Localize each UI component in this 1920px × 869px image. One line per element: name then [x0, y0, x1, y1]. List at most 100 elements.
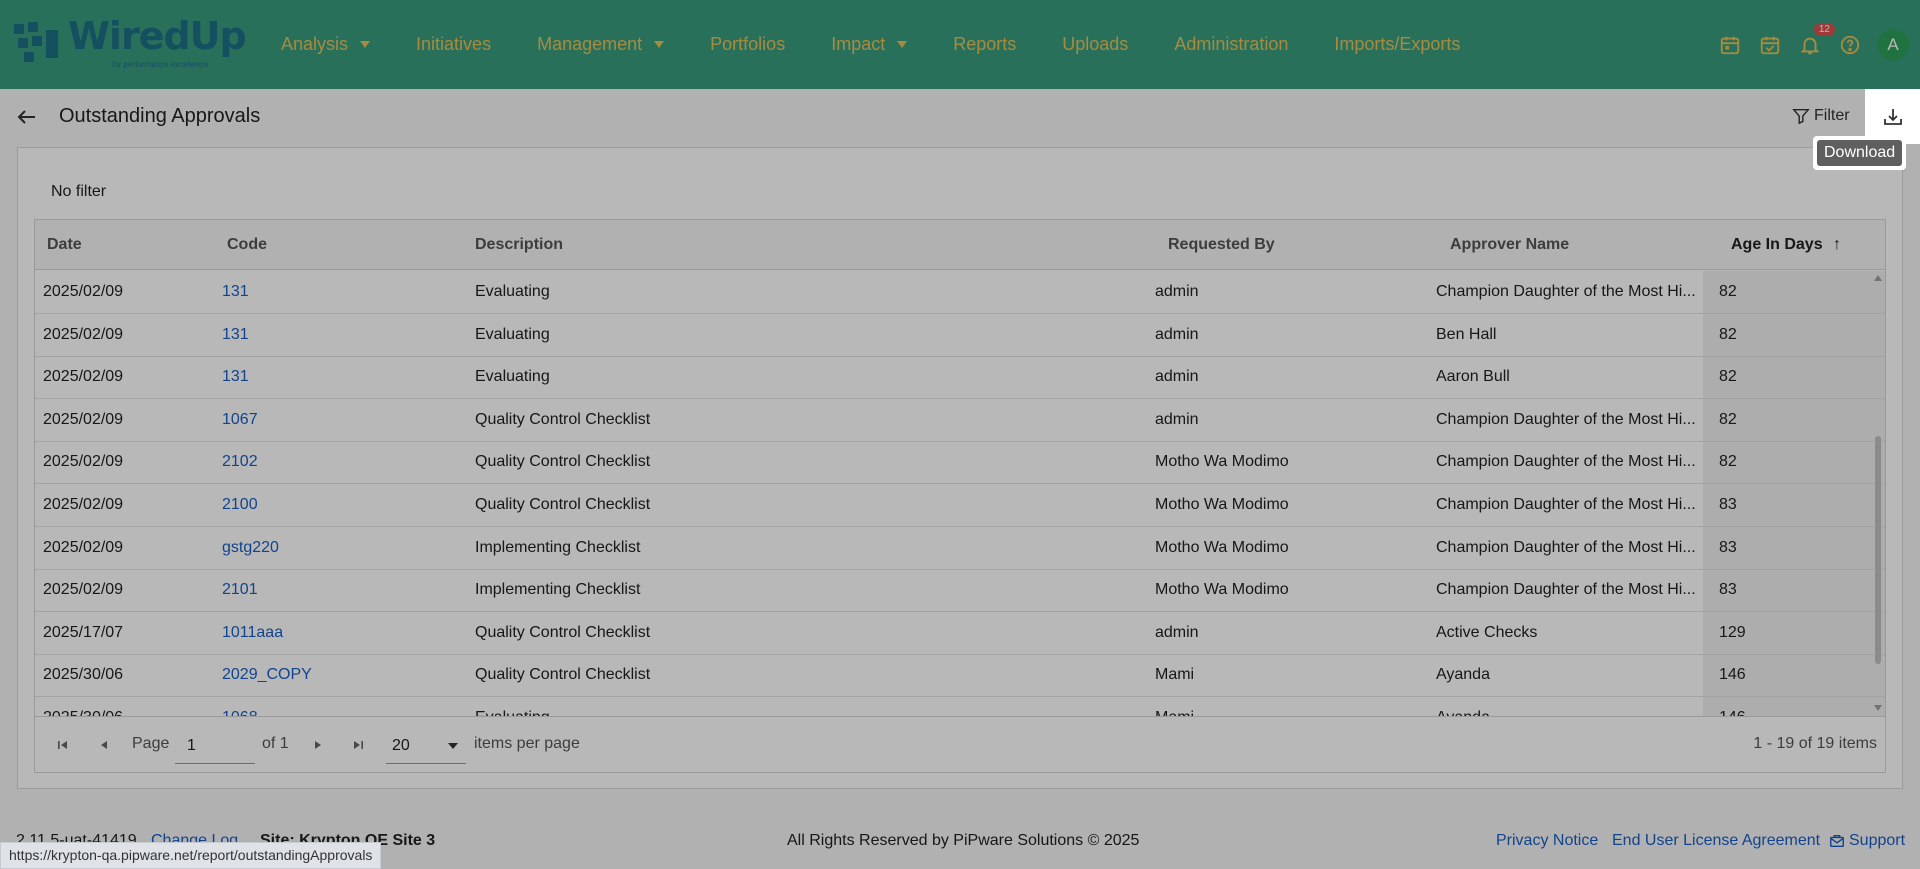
cell-approver-name: Ayanda — [1436, 697, 1701, 716]
cell-code[interactable]: gstg220 — [222, 527, 452, 569]
cell-code[interactable]: 2102 — [222, 441, 452, 483]
nav-analysis[interactable]: Analysis — [281, 34, 371, 55]
download-icon — [1883, 108, 1902, 125]
calendar-check-icon[interactable] — [1757, 32, 1783, 58]
page-number-input[interactable]: 1 — [175, 728, 255, 764]
status-bar-url: https://krypton-qa.pipware.net/report/ou… — [0, 842, 382, 869]
support-label: Support — [1849, 832, 1906, 849]
page-size-value: 20 — [392, 737, 410, 754]
cell-age-in-days: 146 — [1719, 666, 1746, 684]
cell-age-in-days: 82 — [1719, 283, 1737, 300]
cell-age-in-days: 82 — [1719, 453, 1737, 471]
column-header-approver-name[interactable]: Approver Name — [1450, 220, 1569, 270]
cell-age-in-days: 83 — [1719, 538, 1737, 556]
table-row[interactable]: 2025/30/06 1068 EvaluatingMami Ayanda 146 — [35, 697, 1885, 716]
cell-code[interactable]: 2029_COPY — [222, 654, 452, 696]
column-header-date[interactable]: Date — [47, 220, 82, 270]
table-row[interactable]: 2025/02/09 2100 Quality Control Checklist M… — [35, 484, 1885, 527]
cell-code[interactable]: 2101 — [222, 569, 452, 611]
page-size-select[interactable]: 20 — [386, 728, 466, 764]
cell-date: 2025/17/07 — [43, 623, 124, 641]
grid-scrollbar[interactable] — [1871, 271, 1885, 716]
cell-requested-by: admin — [1155, 325, 1199, 343]
nav-impact[interactable]: Impact — [831, 34, 908, 55]
nav-management[interactable]: Management — [537, 34, 665, 55]
nav-reports[interactable]: Reports — [953, 34, 1016, 55]
column-header-description[interactable]: Description — [475, 220, 563, 270]
bell-icon[interactable]: 12 — [1797, 22, 1835, 58]
cell-code[interactable]: 131 — [222, 314, 452, 356]
table-row[interactable]: 2025/02/09 1067 Quality Control Checklist a… — [35, 399, 1885, 442]
report-card: No filter Date Code Description Requeste… — [17, 147, 1903, 789]
cell-age-in-days: 83 — [1719, 581, 1737, 599]
table-row[interactable]: 2025/02/09 gstg220 Implementing Checklist M… — [35, 527, 1885, 570]
logo-wordmark: WiredUp — [68, 14, 247, 58]
filter-button[interactable]: Filter — [1792, 107, 1850, 125]
filter-label: Filter — [1814, 107, 1850, 124]
previous-page-icon[interactable] — [96, 737, 112, 753]
eula-link[interactable]: End User License Agreement — [1612, 832, 1820, 850]
nav-portfolios[interactable]: Portfolios — [710, 34, 785, 55]
cell-requested-by: Motho Wa Modimo — [1155, 453, 1289, 471]
tooltip-text: Download — [1817, 140, 1903, 166]
filter-icon — [1792, 108, 1810, 125]
nav-imports-exports[interactable]: Imports/Exports — [1334, 34, 1460, 55]
cell-description: Quality Control Checklist — [475, 453, 651, 471]
cell-code[interactable]: 1011aaa — [222, 612, 452, 654]
cell-description: Quality Control Checklist — [475, 496, 651, 513]
cell-description: Quality Control Checklist — [475, 666, 651, 684]
cell-requested-by: admin — [1155, 623, 1199, 641]
back-arrow-icon[interactable] — [16, 107, 38, 127]
logo-tagline: for performance excellence — [112, 60, 209, 69]
cell-age-in-days: 146 — [1719, 697, 1859, 716]
table-row[interactable]: 2025/02/09 131 Evaluating admin Aaron Bull 82 — [35, 356, 1885, 400]
top-navbar: WiredUp for performance excellence Analy… — [0, 0, 1920, 89]
cell-date: 2025/02/09 — [43, 410, 124, 428]
cell-age-in-days: 83 — [1719, 496, 1737, 513]
scroll-down-icon[interactable] — [1874, 705, 1882, 711]
cell-requested-by: Motho Wa Modimo — [1155, 581, 1289, 599]
cell-approver-name: Champion Daughter of the Most Hi... — [1436, 496, 1696, 513]
nav-uploads[interactable]: Uploads — [1062, 34, 1128, 55]
wiredup-logo[interactable]: WiredUp for performance excellence — [12, 14, 247, 72]
scroll-up-icon[interactable] — [1874, 275, 1882, 281]
chevron-down-icon — [360, 41, 371, 48]
column-header-label: Age In Days — [1731, 236, 1823, 253]
table-row[interactable]: 2025/02/09 2102 Quality Control Checklist M… — [35, 441, 1885, 485]
cell-code[interactable]: 1068 — [222, 697, 452, 716]
nav-initiatives[interactable]: Initiatives — [416, 34, 491, 55]
cell-date: 2025/02/09 — [43, 325, 124, 343]
column-header-requested-by[interactable]: Requested By — [1168, 220, 1275, 270]
cell-description: Implementing Checklist — [475, 581, 641, 599]
table-row[interactable]: 2025/02/09 131 Evaluating admin Ben Hall 82 — [35, 314, 1885, 357]
cell-approver-name: Champion Daughter of the Most Hi... — [1436, 283, 1696, 300]
table-row[interactable]: 2025/30/06 2029_COPY Quality Control Check… — [35, 654, 1885, 698]
chevron-down-icon — [654, 41, 665, 48]
cell-approver-name: Ayanda — [1436, 666, 1490, 684]
help-icon[interactable] — [1837, 32, 1863, 58]
cell-approver-name: Champion Daughter of the Most Hi... — [1436, 581, 1696, 599]
next-page-icon[interactable] — [310, 737, 326, 753]
column-header-code[interactable]: Code — [227, 220, 267, 270]
page-title: Outstanding Approvals — [59, 105, 261, 127]
dropdown-caret-icon — [448, 743, 458, 749]
support-link[interactable]: Support — [1829, 832, 1905, 850]
first-page-icon[interactable] — [55, 737, 71, 753]
cell-code[interactable]: 2100 — [222, 484, 452, 526]
cell-date: 2025/02/09 — [43, 496, 124, 513]
nav-administration[interactable]: Administration — [1174, 34, 1288, 55]
table-row[interactable]: 2025/02/09 2101 Implementing Checklist Moth… — [35, 569, 1885, 613]
column-header-age-in-days[interactable]: Age In Days ↑ — [1731, 220, 1841, 270]
user-avatar[interactable]: A — [1877, 28, 1909, 61]
cell-code[interactable]: 1067 — [222, 399, 452, 441]
privacy-notice-link[interactable]: Privacy Notice — [1496, 832, 1598, 850]
cell-description: Evaluating — [475, 325, 550, 343]
last-page-icon[interactable] — [350, 737, 366, 753]
cell-code[interactable]: 131 — [222, 356, 452, 398]
cell-code[interactable]: 131 — [222, 271, 452, 313]
calendar-icon[interactable] — [1717, 32, 1743, 58]
table-row[interactable]: 2025/02/09 131 Evaluating admin Champion Dau… — [35, 271, 1885, 314]
table-row[interactable]: 2025/17/07 1011aaa Quality Control Checkli… — [35, 612, 1885, 655]
scroll-thumb[interactable] — [1875, 436, 1881, 664]
cell-requested-by: admin — [1155, 410, 1199, 428]
